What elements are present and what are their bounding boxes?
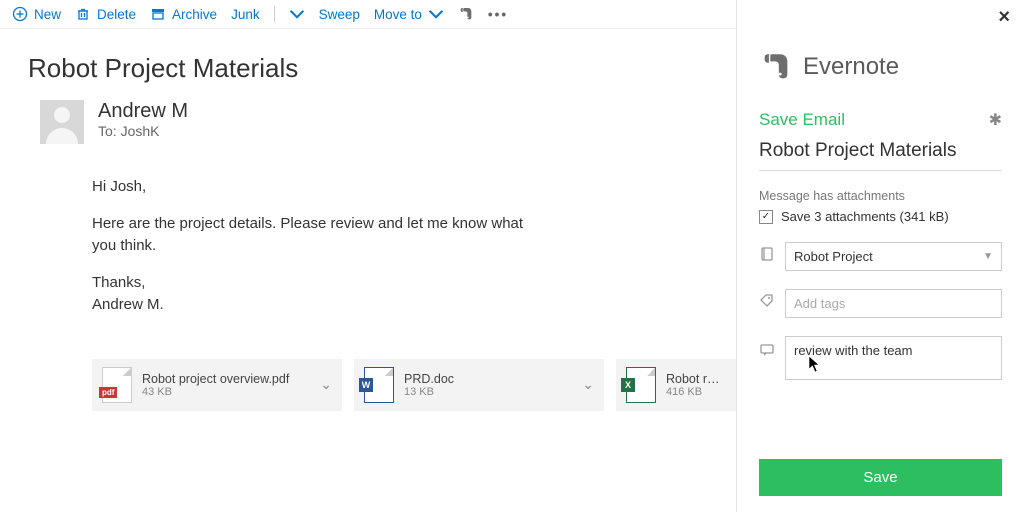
to-name: JoshK [121, 123, 160, 139]
recipient-line: To: JoshK [98, 123, 188, 139]
separator [274, 6, 275, 22]
tags-field[interactable]: Add tags [759, 289, 1002, 318]
new-label: New [34, 7, 61, 22]
chevron-down-icon [289, 6, 305, 22]
chevron-down-icon[interactable]: ⌄ [582, 376, 594, 393]
file-badge: pdf [99, 387, 117, 398]
attachment-size: 43 KB [142, 386, 310, 398]
panel-subject: Robot Project Materials [759, 140, 1002, 171]
attachments-note: Message has attachments [759, 189, 1002, 203]
delete-button[interactable]: Delete [75, 6, 136, 22]
attachment-size: 416 KB [666, 386, 726, 398]
word-file-icon: W [364, 367, 394, 403]
sweep-label: Sweep [319, 7, 360, 22]
email-body: Hi Josh, Here are the project details. P… [0, 158, 560, 331]
junk-button[interactable]: Junk [231, 7, 260, 22]
tags-input[interactable]: Add tags [785, 289, 1002, 318]
archive-icon [150, 6, 166, 22]
attachment-name: Robot project overview.pdf [142, 372, 310, 386]
notebook-icon [759, 246, 775, 267]
chevron-down-icon [428, 6, 444, 22]
remark-input[interactable]: review with the team [785, 336, 1002, 380]
tag-icon [759, 293, 775, 314]
body-signoff: Andrew M. [92, 296, 164, 313]
brand-name: Evernote [803, 53, 899, 81]
save-attachments-label: Save 3 attachments (341 kB) [781, 209, 949, 224]
chevron-down-icon[interactable]: ⌄ [320, 376, 332, 393]
delete-label: Delete [97, 7, 136, 22]
evernote-elephant-icon [759, 50, 793, 84]
more-actions-button[interactable]: ••• [488, 7, 508, 22]
moveto-label: Move to [374, 7, 422, 22]
dropdown-caret-icon[interactable]: ▼ [983, 251, 993, 262]
evernote-clip-button[interactable] [458, 6, 474, 22]
gear-icon[interactable]: ✱ [989, 110, 1002, 130]
evernote-panel: × Evernote Save Email ✱ Robot Project Ma… [736, 0, 1024, 512]
junk-label: Junk [231, 7, 260, 22]
attachments-row: pdf Robot project overview.pdf 43 KB ⌄ W… [0, 331, 736, 411]
remark-field[interactable]: review with the team [759, 336, 1002, 380]
body-greeting: Hi Josh, [92, 176, 532, 199]
notebook-value: Robot Project [794, 249, 873, 264]
email-pane: New Delete Archive Junk Sweep Move to [0, 0, 736, 512]
archive-label: Archive [172, 7, 217, 22]
moveto-button[interactable]: Move to [374, 6, 444, 22]
pdf-file-icon: pdf [102, 367, 132, 403]
close-icon[interactable]: × [998, 6, 1010, 29]
avatar [40, 100, 84, 144]
save-email-heading: Save Email [759, 110, 845, 130]
attachment-item[interactable]: pdf Robot project overview.pdf 43 KB ⌄ [92, 359, 342, 411]
junk-dropdown[interactable] [289, 6, 305, 22]
email-subject: Robot Project Materials [0, 29, 736, 96]
evernote-brand: Evernote [759, 50, 1002, 84]
notebook-field[interactable]: Robot Project ▼ [759, 242, 1002, 271]
attachment-size: 13 KB [404, 386, 572, 398]
sender-name: Andrew M [98, 100, 188, 123]
excel-file-icon: X [626, 367, 656, 403]
file-badge: X [621, 378, 635, 392]
plus-circle-icon [12, 6, 28, 22]
attachment-name: Robot reve [666, 372, 726, 386]
attachment-name: PRD.doc [404, 372, 572, 386]
evernote-icon [458, 6, 474, 22]
sweep-button[interactable]: Sweep [319, 7, 360, 22]
new-button[interactable]: New [12, 6, 61, 22]
body-closing: Thanks, Andrew M. [92, 272, 532, 317]
file-badge: W [359, 378, 373, 392]
email-toolbar: New Delete Archive Junk Sweep Move to [0, 0, 736, 29]
checkbox-icon[interactable]: ✓ [759, 210, 773, 224]
save-button[interactable]: Save [759, 459, 1002, 496]
cursor-icon [808, 355, 822, 373]
attachment-item[interactable]: W PRD.doc 13 KB ⌄ [354, 359, 604, 411]
sender-row: Andrew M To: JoshK [0, 96, 736, 158]
to-prefix: To: [98, 123, 121, 139]
trash-icon [75, 6, 91, 22]
attachment-item[interactable]: X Robot reve 416 KB [616, 359, 736, 411]
body-main: Here are the project details. Please rev… [92, 213, 532, 258]
comment-icon [759, 342, 775, 363]
archive-button[interactable]: Archive [150, 6, 217, 22]
body-thanks: Thanks, [92, 274, 145, 291]
save-attachments-row[interactable]: ✓ Save 3 attachments (341 kB) [759, 209, 1002, 224]
